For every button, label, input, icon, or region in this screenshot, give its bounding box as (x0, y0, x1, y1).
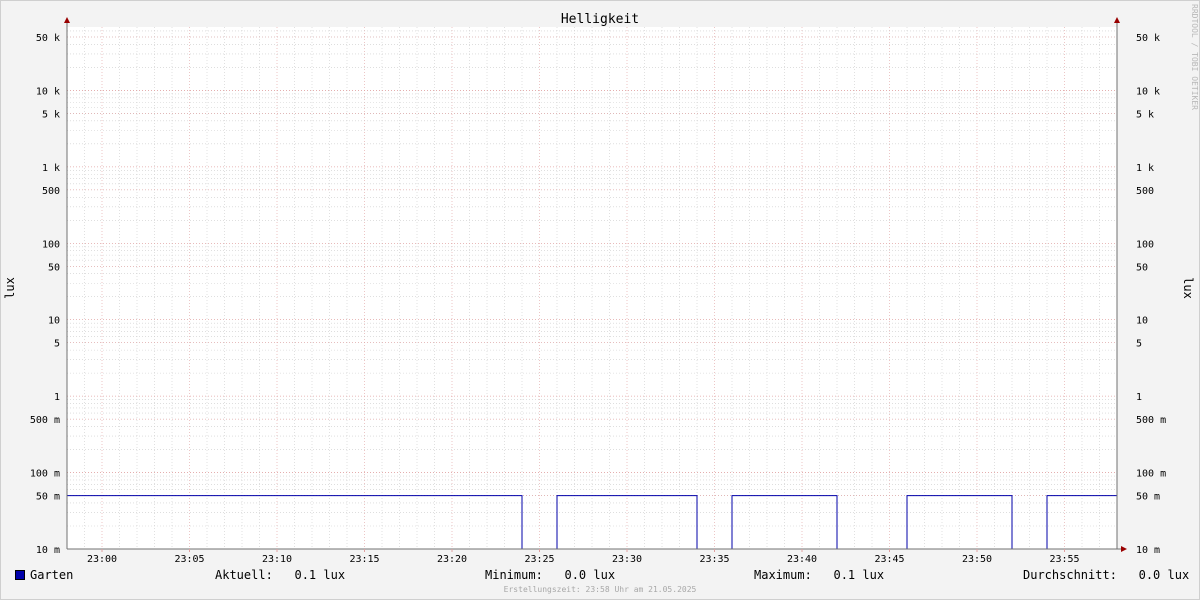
x-tick-label: 23:35 (699, 554, 729, 565)
legend-maximum: Maximum: 0.1 lux (754, 568, 885, 582)
y-tick-label-right: 10 k (1136, 86, 1160, 97)
legend-swatch-garten (15, 570, 25, 580)
y-tick-label-right: 10 m (1136, 545, 1160, 556)
y-tick-label-left: 5 k (42, 109, 60, 120)
x-tick-label: 23:30 (612, 554, 642, 565)
x-tick-label: 23:10 (262, 554, 292, 565)
y-tick-label-left: 10 m (36, 545, 60, 556)
y-tick-label-right: 50 k (1136, 33, 1160, 44)
y-tick-label-left: 500 m (30, 415, 60, 426)
y-tick-label-left: 50 (48, 262, 60, 273)
y-tick-label-right: 50 (1136, 262, 1148, 273)
x-axis-arrow (1121, 546, 1127, 552)
y-tick-label-left: 1 k (42, 163, 60, 174)
x-tick-label: 23:50 (962, 554, 992, 565)
legend-durchschnitt: Durchschnitt: 0.0 lux (1023, 568, 1190, 582)
x-tick-label: 23:55 (1049, 554, 1079, 565)
y-tick-label-right: 500 m (1136, 415, 1166, 426)
y-tick-label-left: 10 (48, 316, 60, 327)
creation-time-footer: Erstellungszeit: 23:58 Uhr am 21.05.2025 (503, 585, 697, 594)
x-tick-label: 23:05 (174, 554, 204, 565)
y-tick-label-right: 1 (1136, 392, 1142, 403)
legend-aktuell: Aktuell: 0.1 lux (215, 568, 346, 582)
chart-title: Helligkeit (561, 12, 639, 27)
x-tick-label: 23:40 (787, 554, 817, 565)
y-tick-label-left: 50 k (36, 33, 60, 44)
y-axis-arrow-left (64, 17, 70, 23)
x-tick-label: 23:25 (524, 554, 554, 565)
y-tick-label-left: 10 k (36, 86, 60, 97)
rrdtool-watermark: RRDTOOL / TOBI OETIKER (1190, 4, 1199, 110)
legend-series-name: Garten (30, 568, 74, 582)
y-tick-label-left: 50 m (36, 492, 60, 503)
y-axis-arrow-right (1114, 17, 1120, 23)
x-tick-label: 23:15 (349, 554, 379, 565)
y-tick-label-right: 5 k (1136, 109, 1154, 120)
y-tick-label-left: 5 (54, 339, 60, 350)
y-axis-label-left: lux (3, 277, 17, 299)
y-tick-label-right: 10 (1136, 316, 1148, 327)
y-tick-label-right: 5 (1136, 339, 1142, 350)
y-tick-label-left: 500 (42, 186, 60, 197)
chart: 23:00 23:05 23:10 23:15 23:20 23:25 23:30 23:35… (3, 12, 1195, 565)
legend-minimum: Minimum: 0.0 lux (485, 568, 616, 582)
y-axis-label-right: lux (1181, 277, 1195, 299)
y-tick-label-left: 1 (54, 392, 60, 403)
y-tick-label-right: 100 (1136, 239, 1154, 250)
y-tick-label-right: 50 m (1136, 492, 1160, 503)
y-tick-label-right: 500 (1136, 186, 1154, 197)
x-tick-label: 23:00 (87, 554, 117, 565)
x-tick-label: 23:45 (874, 554, 904, 565)
y-tick-label-left: 100 m (30, 469, 60, 480)
x-tick-label: 23:20 (437, 554, 467, 565)
y-tick-label-left: 100 (42, 239, 60, 250)
y-tick-label-right: 100 m (1136, 469, 1166, 480)
y-tick-label-right: 1 k (1136, 163, 1154, 174)
